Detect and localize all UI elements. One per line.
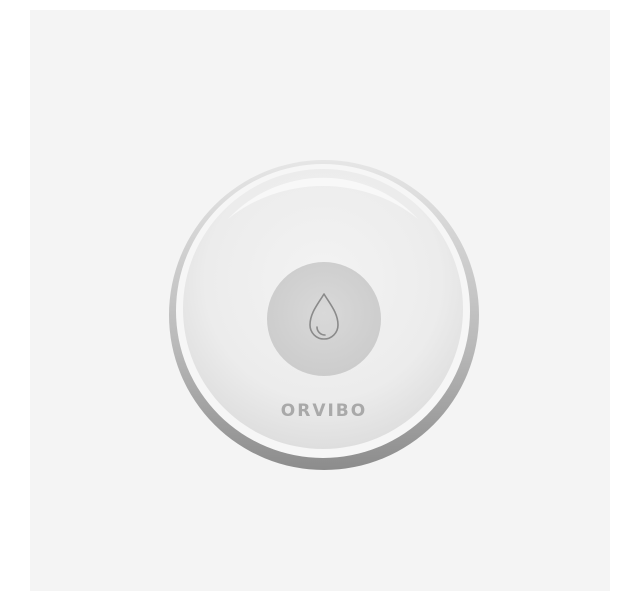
sensor-body (169, 160, 479, 470)
water-leak-sensor: ORVIBO (168, 159, 480, 471)
brand-logo: ORVIBO (280, 401, 368, 421)
center-button (267, 262, 381, 376)
product-photo-background: ORVIBO (30, 10, 610, 591)
